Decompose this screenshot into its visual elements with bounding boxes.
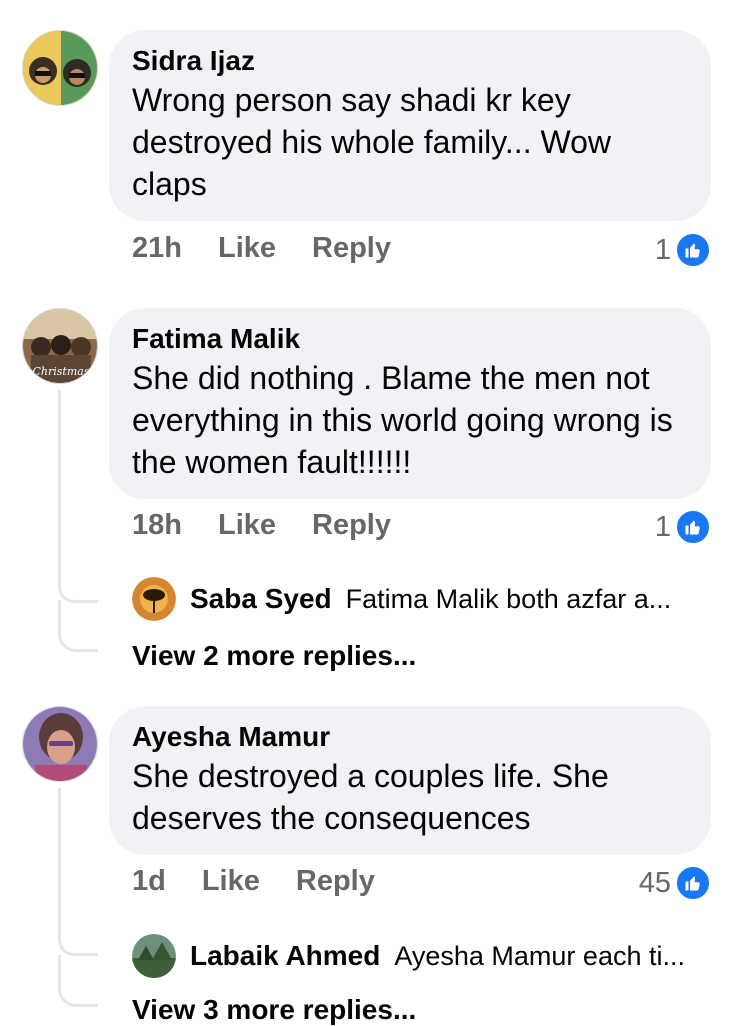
thumbs-up-icon: [675, 865, 711, 901]
like-button[interactable]: Like: [218, 509, 276, 542]
reaction-summary[interactable]: 45: [639, 865, 711, 901]
comment-author[interactable]: Fatima Malik: [132, 322, 689, 356]
reply-author[interactable]: Saba Syed: [190, 583, 332, 615]
comment-bubble: Fatima Malik She did nothing . Blame the…: [109, 308, 711, 499]
reaction-summary[interactable]: 1: [655, 232, 711, 268]
like-button[interactable]: Like: [218, 232, 276, 265]
reply-button[interactable]: Reply: [312, 509, 391, 542]
comment-text: Wrong person say shadi kr key destroyed …: [132, 82, 611, 202]
comment-author[interactable]: Sidra Ijaz: [132, 44, 689, 78]
reaction-count: 45: [638, 866, 671, 899]
avatar-caption: Christmas: [33, 365, 90, 378]
like-button[interactable]: Like: [202, 865, 260, 898]
reply-button[interactable]: Reply: [312, 232, 391, 265]
reply-preview[interactable]: Labaik Ahmed Ayesha Mamur each ti...: [132, 934, 685, 978]
comment-bubble: Sidra Ijaz Wrong person say shadi kr key…: [109, 30, 711, 221]
reaction-count: 1: [654, 510, 671, 543]
avatar[interactable]: [22, 706, 98, 782]
avatar[interactable]: [22, 30, 98, 106]
thread-line: [58, 390, 61, 585]
reply-text: Fatima Malik both azfar a...: [345, 583, 672, 614]
comment-bubble: Ayesha Mamur She destroyed a couples lif…: [109, 706, 711, 855]
comment-time[interactable]: 18h: [132, 509, 182, 542]
reaction-summary[interactable]: 1: [655, 509, 711, 545]
reply-button[interactable]: Reply: [296, 865, 375, 898]
comment-author[interactable]: Ayesha Mamur: [132, 720, 689, 754]
comment-text: She did nothing . Blame the men not ever…: [132, 360, 673, 480]
comment-actions: 1d Like Reply: [132, 865, 375, 898]
comment-actions: 21h Like Reply: [132, 232, 391, 265]
thread-line: [58, 788, 61, 938]
view-more-replies-link[interactable]: View 2 more replies...: [132, 640, 416, 672]
avatar[interactable]: [132, 934, 176, 978]
reply-author[interactable]: Labaik Ahmed: [190, 940, 380, 972]
avatar[interactable]: [132, 577, 176, 621]
avatar[interactable]: Christmas: [22, 308, 98, 384]
comment-text: She destroyed a couples life. She deserv…: [132, 758, 609, 836]
thumbs-up-icon: [675, 232, 711, 268]
reply-preview[interactable]: Saba Syed Fatima Malik both azfar a...: [132, 577, 671, 621]
comment-time[interactable]: 21h: [132, 232, 182, 265]
comment-actions: 18h Like Reply: [132, 509, 391, 542]
thread-connector: [58, 938, 98, 956]
thread-connector: [58, 955, 98, 1007]
comment-time[interactable]: 1d: [132, 865, 166, 898]
reply-text: Ayesha Mamur each ti...: [394, 940, 685, 971]
reaction-count: 1: [654, 233, 671, 266]
view-more-replies-link[interactable]: View 3 more replies...: [132, 994, 416, 1026]
thumbs-up-icon: [675, 509, 711, 545]
thread-connector: [58, 600, 98, 652]
